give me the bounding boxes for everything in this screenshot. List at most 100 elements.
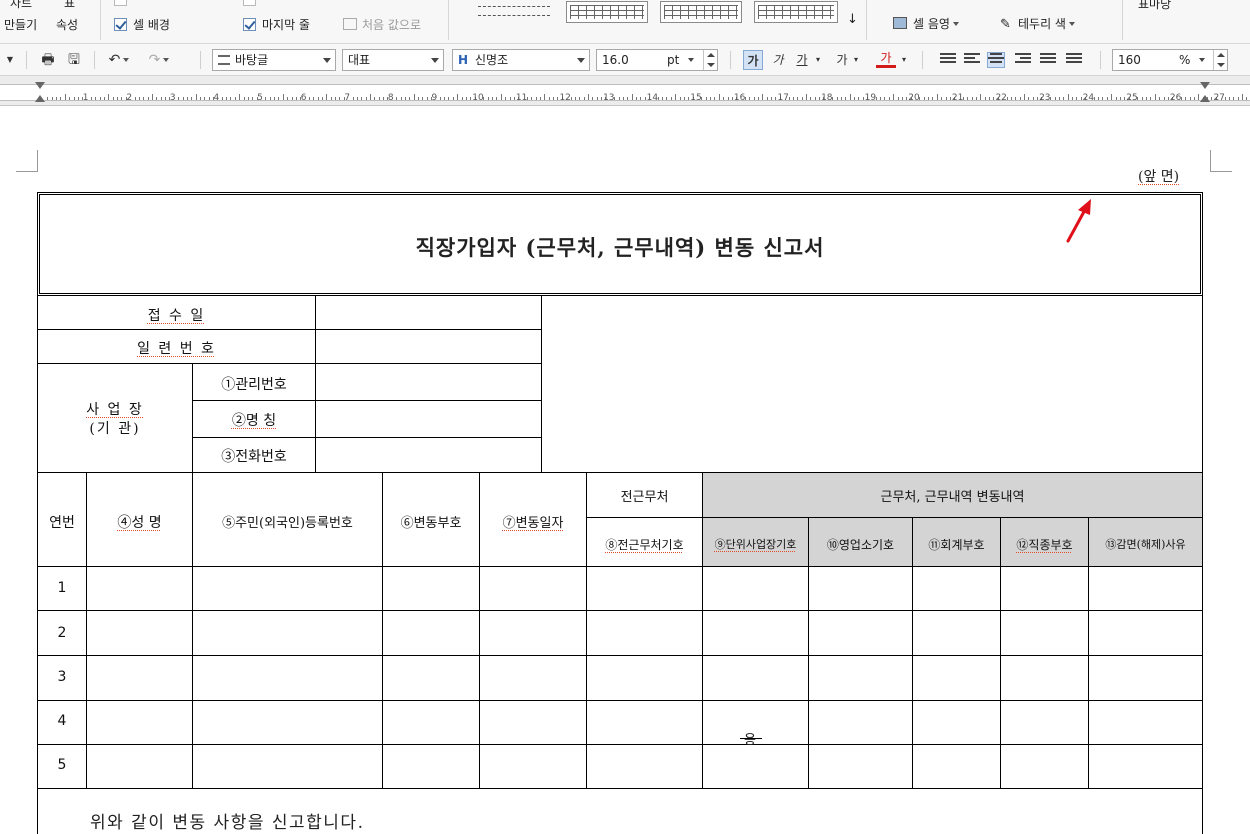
left-indent-marker-icon[interactable]: [35, 82, 45, 89]
underline-dropdown-icon[interactable]: ▾: [812, 50, 824, 70]
dropdown-arrow-icon: [323, 58, 331, 63]
toolbar-divider: [26, 51, 27, 69]
ruler-tick: [792, 97, 794, 100]
check-icon: [243, 18, 256, 31]
ribbon-divider: [866, 0, 867, 40]
ruler-tick: [104, 97, 106, 100]
ruler-tick: [670, 97, 672, 100]
font-color-button[interactable]: 가: [876, 50, 896, 68]
bold-button[interactable]: 가: [743, 50, 763, 70]
col-prev-work-code-header: ⑧전근무처기호: [605, 538, 684, 552]
partial-checkbox-row-2: [243, 0, 262, 7]
ruler-tick: [884, 97, 886, 100]
style-gallery-scroll-icon[interactable]: ↓: [847, 12, 858, 27]
col-unit-code-header: ⑨단위사업장기호: [714, 538, 797, 551]
ruler-tick: [470, 97, 472, 100]
ruler-tick: [766, 97, 768, 100]
align-divide-icon[interactable]: [1066, 53, 1082, 67]
italic-button[interactable]: 가: [768, 50, 788, 70]
align-distribute-icon[interactable]: [1040, 53, 1056, 67]
ruler-tick: [226, 97, 228, 100]
font-name-value: 신명조: [475, 53, 509, 67]
ruler-tick: [356, 97, 358, 100]
chart-make-button[interactable]: 만들기: [4, 16, 37, 33]
ruler-tick: [1163, 97, 1165, 100]
ribbon: 차트 만들기 표 속성 셀 배경 마지막 줄 처음 값으로 ↓ 셀 음영 ✎ 테두…: [0, 0, 1250, 44]
zoom-value: 160: [1118, 53, 1141, 67]
font-language-select[interactable]: 대표: [342, 49, 444, 71]
ruler-tick: [444, 97, 446, 100]
ruler-tick: [810, 97, 812, 100]
save-icon[interactable]: 🖫: [64, 50, 84, 70]
print-icon[interactable]: 🖶: [38, 50, 58, 70]
ruler-number: 8: [387, 93, 394, 103]
ruler-tick: [906, 97, 908, 100]
font-name-select[interactable]: H 신명조: [452, 49, 590, 71]
table-style-swatch[interactable]: [754, 1, 838, 23]
last-row-checkbox[interactable]: 마지막 줄: [243, 16, 310, 33]
ruler-tick: [1124, 97, 1126, 100]
col-account-code-header: ⑪회계부호: [928, 538, 985, 552]
dropdown-arrow-icon: [577, 58, 585, 63]
ruler-tick: [1111, 94, 1113, 100]
ruler-tick: [509, 97, 511, 100]
table-style-swatch[interactable]: [566, 1, 648, 23]
table-properties-button[interactable]: 속성: [56, 16, 78, 33]
ruler-tick: [683, 97, 685, 100]
col-branch-code-header: ⑩영업소기호: [826, 538, 895, 552]
row-number: 5: [57, 757, 67, 773]
right-indent-marker-icon[interactable]: [1200, 95, 1210, 102]
chart-make-label-top[interactable]: 차트: [10, 0, 32, 11]
cell-bg-checkbox[interactable]: 셀 배경: [114, 16, 170, 33]
ruler-tick: [492, 97, 494, 100]
align-right-icon[interactable]: [1015, 53, 1031, 67]
border-color-button[interactable]: ✎ 테두리 색: [1000, 15, 1075, 32]
ruler-tick: [718, 94, 720, 100]
cell-shade-button[interactable]: 셀 음영: [893, 15, 959, 32]
right-indent-marker-icon[interactable]: [1200, 82, 1210, 89]
underline-button[interactable]: 가: [792, 50, 812, 70]
strike-dropdown-icon[interactable]: ▾: [850, 50, 862, 70]
ruler-number: 21: [951, 93, 964, 103]
font-color-dropdown-icon[interactable]: ▾: [898, 50, 910, 70]
paragraph-style-select[interactable]: 바탕글: [212, 49, 336, 71]
ruler-tick: [121, 97, 123, 100]
table-style-button[interactable]: 표마당: [1138, 0, 1171, 12]
ruler-tick: [849, 94, 851, 100]
zoom-input[interactable]: 160 %: [1112, 49, 1228, 71]
first-value-button[interactable]: 처음 값으로: [343, 16, 421, 33]
undo-icon[interactable]: ↶: [104, 50, 134, 70]
zoom-spinner[interactable]: [1213, 50, 1227, 70]
ruler-tick: [199, 97, 201, 100]
align-center-icon[interactable]: [987, 52, 1005, 68]
toolbar-overflow-icon[interactable]: ▼: [0, 50, 20, 70]
table-prop-label-top[interactable]: 표: [64, 0, 75, 11]
ruler-tick: [819, 97, 821, 100]
ruler-tick: [147, 97, 149, 100]
left-indent-marker-icon[interactable]: [35, 95, 45, 102]
ruler-tick: [422, 97, 424, 100]
ruler-tick: [553, 97, 555, 100]
ruler-tick: [932, 97, 934, 100]
ruler-tick: [461, 97, 463, 100]
table-style-swatch[interactable]: [660, 1, 742, 23]
ruler-tick: [627, 97, 629, 100]
align-justify-icon[interactable]: [940, 53, 956, 67]
col-seq-header: 연번: [49, 515, 75, 531]
ruler-tick: [535, 97, 537, 100]
font-size-input[interactable]: 16.0 pt: [596, 49, 718, 71]
form-title: 직장가입자 (근무처, 근무내역) 변동 신고서: [415, 235, 825, 260]
ruler-tick: [540, 97, 542, 100]
font-size-spinner[interactable]: [703, 50, 717, 70]
ruler-tick: [186, 97, 188, 100]
ruler-tick: [596, 97, 598, 100]
col-change-date-header: ⑦변동일자: [502, 516, 564, 531]
ruler-tick: [1159, 97, 1161, 100]
strike-button[interactable]: 가: [832, 50, 852, 70]
align-left-icon[interactable]: [964, 53, 980, 67]
horizontal-ruler[interactable]: 1 2 3 4 5 6 7 8 9 10 11 12 13 14 15 16 17 18 19 20 21 22 23 24 2…: [0, 76, 1250, 106]
ruler-tick: [400, 97, 402, 100]
redo-icon[interactable]: ↷: [144, 50, 174, 70]
ruler-number: 11: [515, 93, 528, 103]
ruler-tick: [893, 94, 895, 100]
